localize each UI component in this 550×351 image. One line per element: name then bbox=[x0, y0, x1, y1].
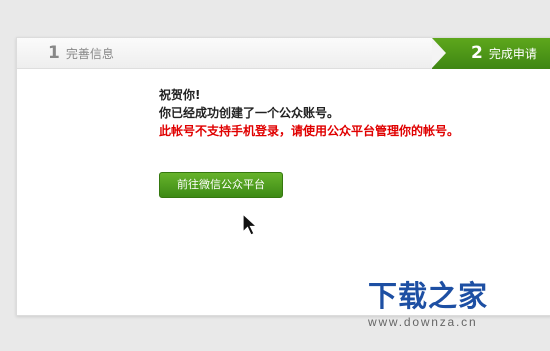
warning-text: 此帐号不支持手机登录，请使用公众平台管理你的帐号。 bbox=[159, 124, 460, 138]
go-to-platform-button[interactable]: 前往微信公众平台 bbox=[159, 172, 283, 198]
account-created-text: 你已经成功创建了一个公众账号。 bbox=[159, 106, 340, 120]
success-message: 祝贺你! 你已经成功创建了一个公众账号。 此帐号不支持手机登录，请使用公众平台管… bbox=[159, 86, 459, 140]
step-1: 1 完善信息 bbox=[48, 43, 114, 63]
step-1-label: 完善信息 bbox=[65, 46, 114, 61]
step-2-label: 完成申请 bbox=[488, 46, 537, 61]
step-arrow bbox=[432, 38, 446, 68]
mouse-pointer-icon bbox=[242, 213, 259, 236]
step-progress-bar: 1 完善信息 2 完成申请 bbox=[17, 38, 550, 69]
watermark-logo: 下载之家 bbox=[368, 281, 489, 313]
congrats-text: 祝贺你! bbox=[159, 88, 201, 102]
step-1-number: 1 bbox=[48, 43, 60, 63]
registration-panel: 1 完善信息 2 完成申请 bbox=[16, 37, 550, 316]
step-2-number: 2 bbox=[471, 43, 483, 63]
watermark: 下载之家 www.downza.cn bbox=[368, 280, 528, 330]
step-2-active: 2 完成申请 bbox=[432, 38, 550, 69]
watermark-url: www.downza.cn bbox=[368, 315, 478, 329]
